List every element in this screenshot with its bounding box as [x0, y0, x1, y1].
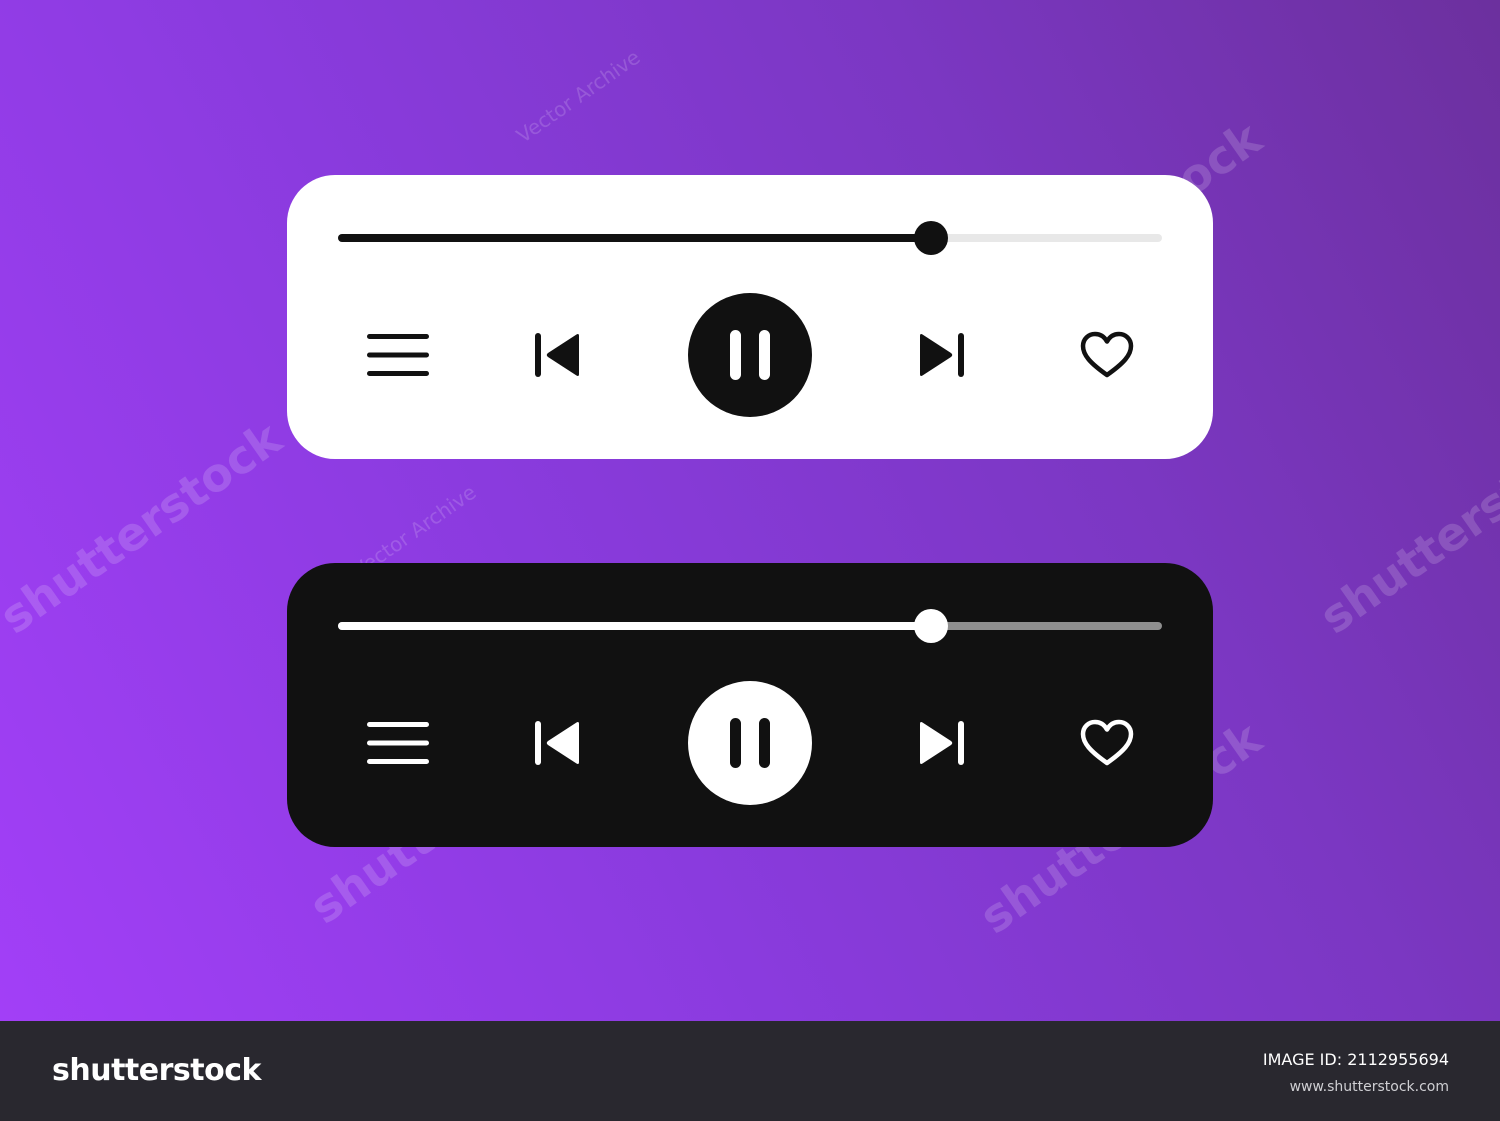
stock-footer-bar: shutterstock IMAGE ID: 2112955694 www.sh…: [0, 1021, 1500, 1121]
pause-button[interactable]: [688, 681, 812, 805]
skip-next-icon: [920, 333, 964, 377]
heart-outline-icon: [1080, 331, 1134, 378]
previous-button[interactable]: [528, 325, 588, 385]
pause-icon: [730, 330, 770, 380]
previous-button[interactable]: [528, 713, 588, 773]
hamburger-menu-icon: [367, 334, 429, 376]
progress-track[interactable]: [338, 221, 1162, 255]
menu-button[interactable]: [363, 713, 433, 773]
hamburger-menu-icon: [367, 722, 429, 764]
canvas: shutterstock shutterstock shutterstock s…: [0, 0, 1500, 1121]
menu-button[interactable]: [363, 325, 433, 385]
favorite-button[interactable]: [1075, 713, 1139, 773]
progress-fill: [338, 234, 932, 242]
footer-url: www.shutterstock.com: [1289, 1079, 1449, 1095]
next-button[interactable]: [911, 325, 971, 385]
shutterstock-logo: shutterstock: [52, 1053, 261, 1088]
skip-previous-icon: [535, 333, 579, 377]
favorite-button[interactable]: [1075, 325, 1139, 385]
image-id: IMAGE ID: 2112955694: [1263, 1050, 1449, 1069]
music-player-dark: [287, 563, 1213, 847]
progress-track[interactable]: [338, 609, 1162, 643]
next-button[interactable]: [911, 713, 971, 773]
image-id-label: IMAGE ID:: [1262, 1050, 1343, 1069]
pause-button[interactable]: [688, 293, 812, 417]
image-id-value: 2112955694: [1347, 1050, 1449, 1069]
heart-outline-icon: [1080, 719, 1134, 766]
skip-previous-icon: [535, 721, 579, 765]
skip-next-icon: [920, 721, 964, 765]
music-player-light: [287, 175, 1213, 459]
progress-fill: [338, 622, 932, 630]
purple-gradient-background: [0, 0, 1500, 1021]
pause-icon: [730, 718, 770, 768]
progress-thumb[interactable]: [914, 221, 949, 255]
progress-thumb[interactable]: [914, 609, 949, 643]
